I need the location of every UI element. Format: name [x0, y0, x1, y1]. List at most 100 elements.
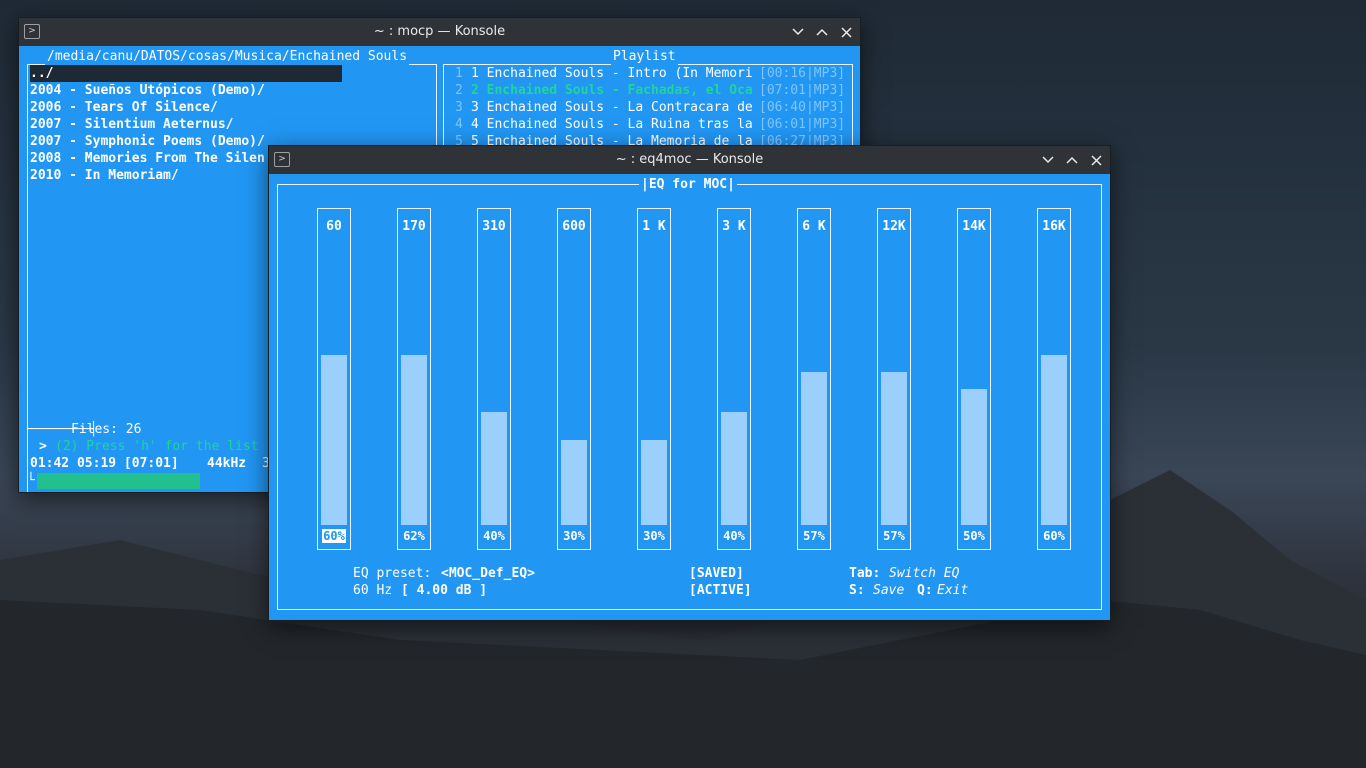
eq-band-60[interactable]: 60 60% [317, 208, 351, 550]
playlist-time: [07:01|MP3] [759, 83, 846, 98]
eq-band-16k[interactable]: 16K 60% [1037, 208, 1071, 550]
eq-band-percent-value: 40% [723, 529, 745, 543]
playlist-item[interactable]: 3 Enchained Souls - La Contracara de [471, 99, 753, 116]
eq-band-label: 12K [882, 219, 906, 234]
eq-band-label: 600 [562, 219, 586, 234]
file-item[interactable]: 2004 - Sueños Utópicos (Demo)/ [30, 82, 265, 99]
eq-band-600[interactable]: 600 30% [557, 208, 591, 550]
time-info: 01:42 05:19 [07:01] [30, 456, 179, 471]
eq-band-label: 170 [402, 219, 426, 234]
playlist-num: 2 [455, 83, 463, 98]
playlist-item[interactable]: 1 Enchained Souls - Intro (In Memori [471, 65, 753, 82]
eq-band-level [1041, 355, 1067, 525]
progress-fill [37, 473, 201, 489]
eq-band-percent: 30% [638, 529, 670, 543]
playlist-num: 3 [455, 100, 463, 115]
eq-band-level [401, 355, 427, 525]
playlist-item-current[interactable]: 2 Enchained Souls - Fachadas, el Oca [471, 82, 753, 99]
preset-label: EQ preset: [353, 566, 432, 581]
eq-band-label: 3 K [722, 219, 746, 234]
eq-band-level [481, 412, 507, 525]
eq-band-level [961, 389, 987, 525]
chevron-down-icon [1042, 156, 1054, 164]
close-button[interactable] [838, 24, 854, 40]
eq-band-percent: 60% [1038, 529, 1070, 543]
playlist-item[interactable]: 4 Enchained Souls - La Ruina tras la [471, 116, 753, 133]
saved-status: [SAVED] [689, 566, 744, 581]
eq-band-percent: 40% [478, 529, 510, 543]
eq-band-1k[interactable]: 1 K 30% [637, 208, 671, 550]
minimize-button[interactable] [790, 24, 806, 40]
eq-band-14k[interactable]: 14K 50% [957, 208, 991, 550]
frequency-label: 60 Hz [353, 583, 393, 598]
eq-band-percent-value: 30% [643, 529, 665, 543]
eq-band-label: 14K [962, 219, 986, 234]
active-status: [ACTIVE] [689, 583, 752, 598]
status-message: (2) Press 'h' for the list [55, 439, 259, 454]
eq-band-170[interactable]: 170 62% [397, 208, 431, 550]
eq-band-percent: 62% [398, 529, 430, 543]
playlist-num: 4 [455, 117, 463, 132]
maximize-button[interactable] [1064, 152, 1080, 168]
eq-band-percent-value: 62% [403, 529, 425, 543]
eq-band-label: 310 [482, 219, 506, 234]
eq4moc-window[interactable]: > ~ : eq4moc — Konsole |EQ for MOC| 60 60… [268, 145, 1111, 621]
eq-frame-title: |EQ for MOC| [639, 176, 737, 193]
eq-band-310[interactable]: 310 40% [477, 208, 511, 550]
eq-band-label: 16K [1042, 219, 1066, 234]
quit-key: Q: [917, 583, 933, 598]
eq-band-3k[interactable]: 3 K 40% [717, 208, 751, 550]
chevron-up-icon [1066, 156, 1078, 164]
eq-band-percent-value: 30% [563, 529, 585, 543]
minimize-button[interactable] [1040, 152, 1056, 168]
chevron-up-icon [816, 28, 828, 36]
eq-band-percent-value: 50% [963, 529, 985, 543]
eq-band-percent: 57% [878, 529, 910, 543]
playlist-num: 1 [455, 66, 463, 81]
eq-band-percent: 57% [798, 529, 830, 543]
preset-value: <MOC_Def_EQ> [441, 566, 535, 581]
progress-corner: └ [27, 473, 35, 488]
eq-band-level [561, 440, 587, 525]
close-button[interactable] [1088, 152, 1104, 168]
gain-value: [ 4.00 dB ] [401, 583, 488, 598]
save-key: S: [849, 583, 865, 598]
eq-band-level [801, 372, 827, 525]
file-item[interactable]: 2008 - Memories From The Silen [30, 150, 265, 167]
eq-band-percent-value: 57% [883, 529, 905, 543]
save-action: Save [873, 583, 905, 598]
close-icon [1090, 154, 1102, 166]
eq-band-label: 6 K [802, 219, 826, 234]
eq-band-percent: 30% [558, 529, 590, 543]
eq-band-level [881, 372, 907, 525]
file-item[interactable]: 2007 - Silentium Aeternus/ [30, 116, 234, 133]
eq-band-percent: 50% [958, 529, 990, 543]
playlist-title: Playlist [611, 48, 678, 65]
file-item[interactable]: 2007 - Symphonic Poems (Demo)/ [30, 133, 265, 150]
file-item-selected[interactable]: ../ [30, 65, 342, 82]
tab-key: Tab: [849, 566, 881, 581]
sample-rate: 44kHz [207, 456, 247, 471]
file-item[interactable]: 2010 - In Memoriam/ [30, 167, 179, 184]
eq-band-level [721, 412, 747, 525]
eq-band-percent: 60% [318, 529, 350, 543]
eq-band-label: 1 K [642, 219, 666, 234]
close-icon [840, 26, 852, 38]
quit-action: Exit [937, 583, 969, 598]
mocp-titlebar[interactable]: > ~ : mocp — Konsole [19, 18, 860, 46]
prompt-symbol: > [39, 439, 47, 454]
maximize-button[interactable] [814, 24, 830, 40]
current-path: /media/canu/DATOS/cosas/Musica/Enchained… [45, 48, 410, 65]
eq-terminal[interactable]: |EQ for MOC| 60 60% 170 62% 310 40% 600 30% 1 K 3… [269, 174, 1110, 620]
tab-action: Switch EQ [889, 566, 960, 581]
eq-band-label: 60 [326, 219, 342, 234]
eq-band-12k[interactable]: 12K 57% [877, 208, 911, 550]
file-item[interactable]: 2006 - Tears Of Silence/ [30, 99, 218, 116]
eq-band-6k[interactable]: 6 K 57% [797, 208, 831, 550]
eq-band-percent-value: 60% [322, 529, 346, 543]
playlist-time: [06:40|MP3] [759, 100, 846, 115]
eq-band-level [321, 355, 347, 525]
eq-band-percent: 40% [718, 529, 750, 543]
window-title: ~ : eq4moc — Konsole [615, 152, 764, 167]
eq4moc-titlebar[interactable]: > ~ : eq4moc — Konsole [269, 146, 1110, 174]
